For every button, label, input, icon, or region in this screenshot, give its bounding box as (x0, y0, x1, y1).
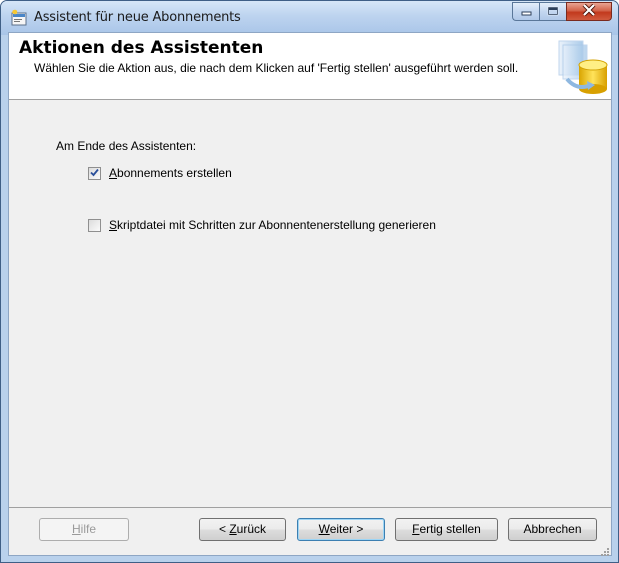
maximize-icon (547, 3, 559, 21)
back-button[interactable]: < Zurück (199, 518, 286, 541)
generate-script-option[interactable]: Skriptdatei mit Schritten zur Abonnenten… (88, 218, 436, 232)
wizard-window: Assistent für neue Abonnements Aktionen … (0, 0, 619, 563)
maximize-button[interactable] (539, 2, 566, 21)
caption-buttons (512, 2, 612, 22)
page-title: Aktionen des Assistenten (19, 38, 264, 58)
minimize-icon (521, 3, 532, 21)
section-label: Am Ende des Assistenten: (56, 139, 197, 153)
create-subscriptions-checkbox[interactable] (88, 166, 101, 180)
cancel-button[interactable]: Abbrechen (508, 518, 597, 541)
database-wizard-icon (553, 39, 609, 95)
close-icon (582, 3, 596, 21)
page-header: Aktionen des Assistenten Wählen Sie die … (9, 33, 611, 100)
wizard-page: Aktionen des Assistenten Wählen Sie die … (8, 32, 612, 556)
generate-script-checkbox[interactable] (88, 218, 101, 232)
close-button[interactable] (566, 2, 612, 21)
checkmark-icon (90, 166, 99, 180)
window-title: Assistent für neue Abonnements (34, 10, 241, 25)
create-subscriptions-option[interactable]: Abonnements erstellen (88, 166, 232, 180)
minimize-button[interactable] (512, 2, 539, 21)
next-button[interactable]: Weiter > (297, 518, 385, 541)
generate-script-label: Skriptdatei mit Schritten zur Abonnenten… (109, 218, 436, 232)
help-button[interactable]: Hilfe (39, 518, 129, 541)
page-description: Wählen Sie die Aktion aus, die nach dem … (34, 61, 519, 75)
finish-button[interactable]: Fertig stellen (395, 518, 498, 541)
wizard-app-icon (10, 9, 28, 27)
footer-divider (9, 507, 611, 508)
title-bar[interactable]: Assistent für neue Abonnements (1, 1, 618, 35)
create-subscriptions-label: Abonnements erstellen (109, 166, 232, 180)
resize-grip-icon[interactable] (599, 543, 609, 556)
